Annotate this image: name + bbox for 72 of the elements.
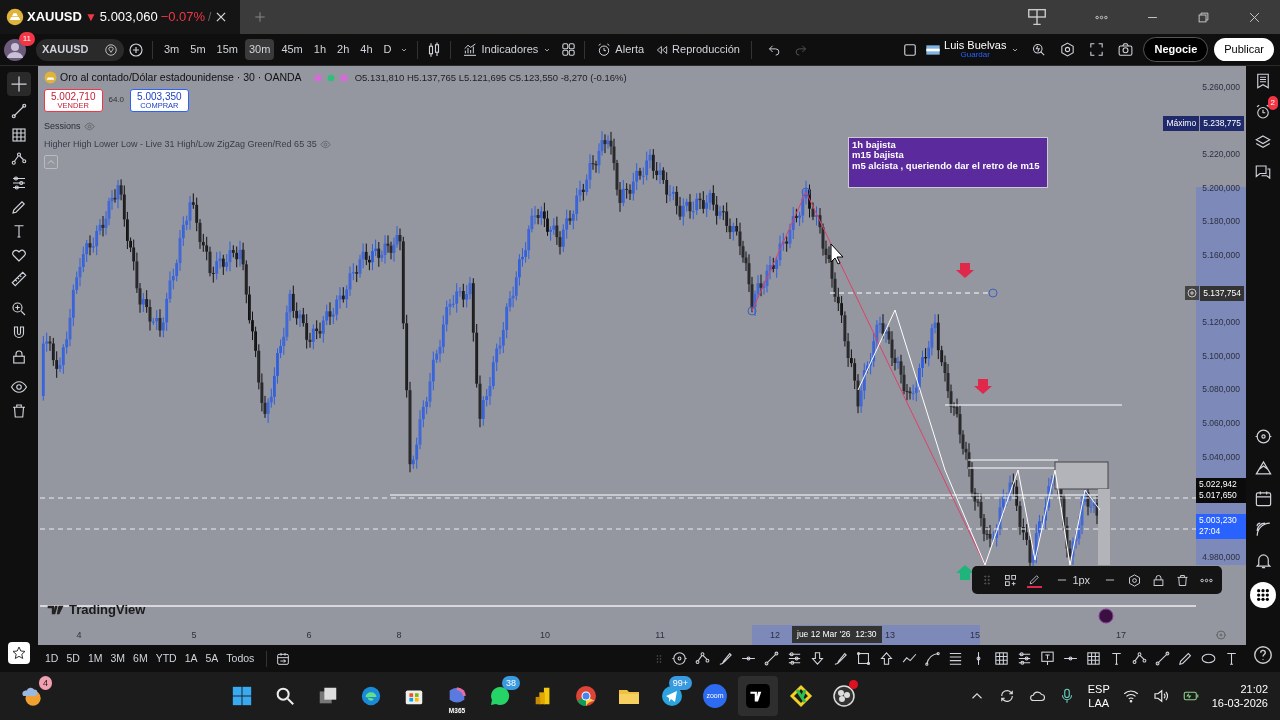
range-button[interactable]: 5A [201,650,223,667]
time-label: 5 [191,629,197,642]
notification-badge: 38 [502,676,520,690]
interval-tab[interactable]: 5m [186,39,210,60]
time-label: 8 [396,629,402,642]
notification-badge: 99+ [668,676,692,690]
high-price-badge: Máximo [1163,116,1200,131]
time-label: 15 [970,629,980,642]
price-marker: 5.003,230 27:04 [1196,514,1246,539]
time-label: 13 [885,629,895,642]
price-label: 4.980,000 [1202,551,1240,564]
price-marker: 5.022,942 5.017,650 [1196,478,1246,503]
price-change: −0.07% [160,8,206,27]
price-label: 5.040,000 [1202,450,1240,463]
price-label: 5.080,000 [1202,383,1240,396]
publish-button[interactable]: Publicar [1214,38,1274,61]
price-label: 5.120,000 [1202,315,1240,329]
spread-text: 64.0 [108,94,125,107]
crosshair-time-badge: jue 12 Mar '26 12:30 [792,626,882,643]
range-button[interactable]: 5D [62,650,84,667]
replay-button[interactable]: Reproducción [651,38,744,61]
range-button[interactable]: 1D [41,650,63,667]
tab-price: 5.003,060 [99,8,158,27]
indicator-label[interactable]: Sessions [44,120,81,134]
price-label: 5.220,000 [1202,147,1240,161]
note-label: 1h bajista m15 bajista m5 alcista , queriendo dar el retro de m15 [848,137,1048,188]
language-indicator[interactable]: ESP LAA [1087,681,1110,711]
time-label: 12 [770,629,780,642]
price-label: 5.160,000 [1202,248,1240,262]
range-button[interactable]: 1A [180,650,202,667]
price-label: 5.180,000 [1202,215,1240,228]
range-button[interactable]: 3M [106,650,130,667]
time-label: 10 [540,629,550,642]
price-label: 5.260,000 [1202,80,1240,94]
range-button[interactable]: 1M [83,650,107,667]
clock[interactable]: 21:02 16-03-2026 [1211,681,1268,711]
price-label: 5.100,000 [1202,349,1240,363]
crosshair-price-badge: 5.137,754 [1200,286,1244,301]
interval-tab[interactable]: 15m [212,39,242,60]
separator-text: / [208,9,212,26]
time-label: 11 [655,629,665,642]
trade-button[interactable]: Negocie [1143,37,1209,62]
alert-button[interactable]: Alerta [592,37,649,62]
tab-symbol: XAUUSD [27,8,82,27]
interval-tab[interactable]: 45m [277,39,307,60]
time-label: 6 [306,629,312,642]
price-label: 5.200,000 [1202,181,1240,195]
time-label: 4 [76,629,82,642]
high-price-badge: 5.238,775 [1200,116,1244,131]
price-label: 5.060,000 [1202,416,1240,430]
layout-name[interactable]: Luis Buelvas [944,40,1007,51]
range-button[interactable]: 6M [129,650,152,667]
tradingview-wordmark: TradingView [69,601,146,620]
range-button[interactable]: Todos [222,650,259,667]
range-button[interactable]: YTD [151,650,181,667]
indicators-button[interactable]: Indicadores [458,37,558,62]
notification-badge: 4 [39,676,52,690]
interval-tab[interactable]: 4h [356,39,377,60]
interval-tab[interactable]: D [379,39,396,60]
interval-tab[interactable]: 2h [333,39,354,60]
ohlc-values: O5.131,810 H5.137,765 L5.121,695 C5.123,550 -8,270 (-0.16%) [354,70,627,85]
interval-tab[interactable]: 3m [160,39,184,60]
notification-badge: 2 [1267,96,1278,110]
interval-tab[interactable]: 1h [309,39,331,60]
save-link[interactable]: Guardar [960,51,990,59]
direction-arrow: ▼ [84,9,97,26]
indicator-label[interactable]: Higher High Lower Low - Live 31 High/Low ZigZag Green/Red 65 35 [44,137,317,151]
symbol-title: Oro al contado/Dólar estadounidense · 30 · OANDA [60,70,302,85]
interval-tab[interactable]: 30m [244,39,275,60]
time-label: 17 [1116,629,1126,642]
line-width-button[interactable]: 1px [1051,569,1095,591]
symbol-search-field[interactable]: XAUUSD [36,38,124,61]
